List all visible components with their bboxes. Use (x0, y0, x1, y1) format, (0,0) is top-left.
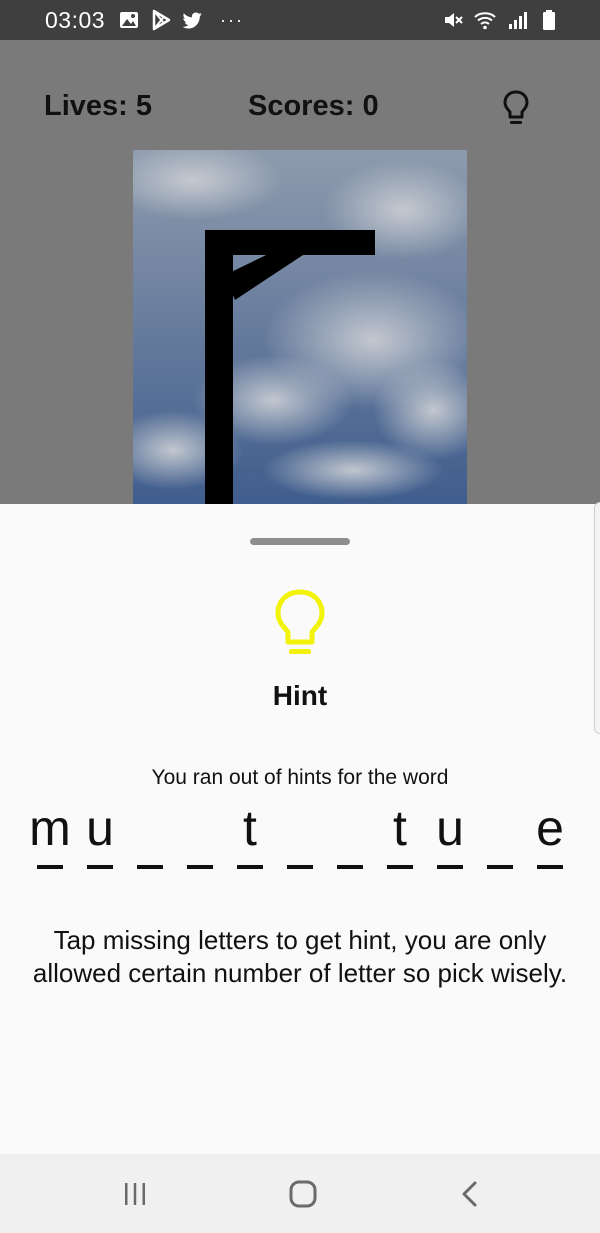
sheet-instructions: Tap missing letters to get hint, you are… (32, 925, 568, 988)
battery-icon (543, 10, 555, 30)
recent-apps-icon (125, 1183, 145, 1205)
back-button[interactable] (448, 1172, 492, 1216)
letter-underline (37, 865, 63, 869)
signal-icon (509, 12, 527, 29)
status-time: 03:03 (45, 7, 106, 33)
lightbulb-icon (275, 589, 325, 654)
letter-underline (387, 865, 413, 869)
letter-underline (137, 865, 163, 869)
letter-slot[interactable] (125, 796, 175, 876)
sheet-message: You ran out of hints for the word (151, 766, 449, 789)
wifi-icon (474, 12, 496, 30)
home-icon (289, 1180, 317, 1208)
letter-slot[interactable] (275, 796, 325, 876)
image-icon (120, 12, 138, 28)
letter-slot: t (225, 796, 275, 876)
sheet-title: Hint (272, 680, 328, 711)
scores-counter: Scores: 0 (248, 90, 379, 122)
letter-slot: t (375, 796, 425, 876)
mute-icon (445, 13, 463, 27)
letter-char: t (243, 800, 257, 856)
letter-slot[interactable] (175, 796, 225, 876)
letter-underline (537, 865, 563, 869)
app-screen: 03:03 ··· Lives: 5 Scores: 0 Hint You ra… (0, 0, 600, 1233)
letter-slot[interactable] (475, 796, 525, 876)
letter-underline (187, 865, 213, 869)
play-store-icon (152, 9, 171, 31)
letter-char: m (29, 800, 71, 856)
home-button[interactable] (281, 1172, 325, 1216)
letter-slot: m (25, 796, 75, 876)
letter-char: u (436, 800, 464, 856)
notification-icons: ··· (118, 9, 244, 31)
letter-slot: u (75, 796, 125, 876)
recent-apps-button[interactable] (113, 1172, 157, 1216)
letter-underline (287, 865, 313, 869)
letter-underline (87, 865, 113, 869)
letter-char: e (536, 800, 564, 856)
navigation-bar (0, 1154, 600, 1233)
lightbulb-icon (503, 90, 529, 124)
lives-counter: Lives: 5 (44, 90, 152, 122)
letter-slot: e (525, 796, 575, 876)
game-area: Lives: 5 Scores: 0 (0, 40, 600, 504)
back-icon (462, 1181, 477, 1207)
letter-slot[interactable] (325, 796, 375, 876)
letter-underline (487, 865, 513, 869)
sheet-edge-indicator (594, 502, 600, 734)
hint-button[interactable] (494, 86, 538, 130)
hangman-scene (133, 150, 467, 504)
system-icons (442, 9, 560, 31)
more-notifications: ··· (220, 10, 244, 30)
letter-underline (337, 865, 363, 869)
letter-char: t (393, 800, 407, 856)
letter-underline (437, 865, 463, 869)
letter-slot: u (425, 796, 475, 876)
letter-underline (237, 865, 263, 869)
letter-char: u (86, 800, 114, 856)
word-display: muttue (0, 796, 600, 876)
sky-background (133, 150, 467, 504)
sheet-drag-handle[interactable] (250, 538, 350, 545)
twitter-icon (182, 12, 202, 29)
hint-bottom-sheet: Hint You ran out of hints for the word m… (0, 504, 600, 1154)
status-bar: 03:03 ··· (0, 0, 600, 40)
